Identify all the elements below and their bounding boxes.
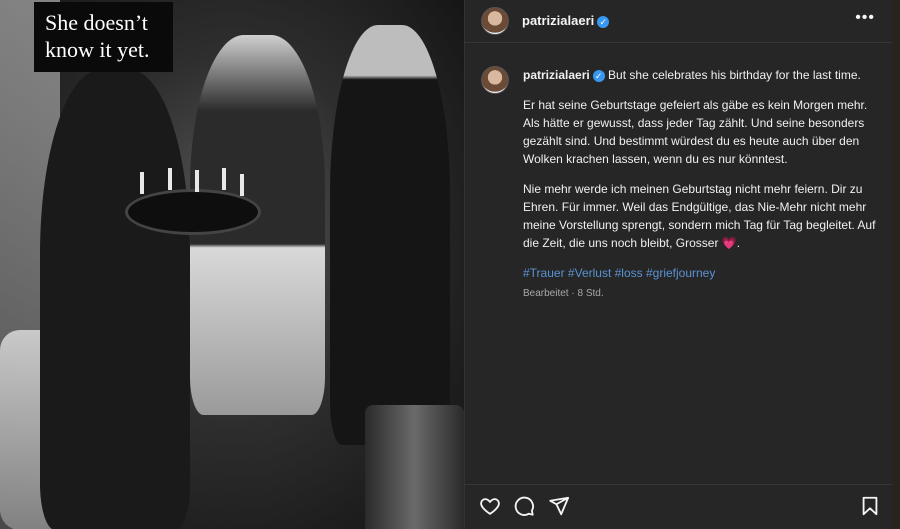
heart-icon[interactable] bbox=[479, 495, 501, 517]
heart-emoji: 💗 bbox=[721, 236, 737, 250]
more-options-icon[interactable]: ••• bbox=[855, 9, 875, 27]
hashtag-list: #Trauer #Verlust #loss #griefjourney bbox=[523, 264, 883, 282]
verified-badge-icon: ✓ bbox=[592, 69, 605, 82]
hashtag-link[interactable]: #griefjourney bbox=[646, 266, 715, 280]
candle bbox=[195, 170, 199, 192]
candle bbox=[240, 174, 244, 196]
post-side-panel: patrizialaeri ✓ ••• patrizialaeri ✓ But sh… bbox=[464, 0, 893, 529]
header-username[interactable]: patrizialaeri ✓ bbox=[522, 13, 610, 28]
candle bbox=[168, 168, 172, 190]
edited-label: Bearbeitet bbox=[523, 288, 569, 299]
caption-line-2: know it yet. bbox=[45, 37, 150, 62]
header-username-text[interactable]: patrizialaeri bbox=[522, 13, 594, 28]
caption-paragraph-2-text: Nie mehr werde ich meinen Geburtstag nic… bbox=[523, 182, 876, 250]
avatar[interactable] bbox=[481, 7, 509, 35]
caption-lead: But she celebrates his birthday for the … bbox=[608, 68, 861, 82]
comment-icon[interactable] bbox=[513, 495, 535, 517]
verified-badge-icon: ✓ bbox=[597, 15, 610, 28]
hashtag-link[interactable]: #loss bbox=[615, 266, 643, 280]
photo-caption: She doesn’t know it yet. bbox=[34, 2, 173, 72]
post-time[interactable]: 8 Std. bbox=[578, 288, 604, 299]
post-meta: Bearbeitet · 8 Std. bbox=[523, 285, 883, 303]
candle bbox=[140, 172, 144, 194]
candle bbox=[222, 168, 226, 190]
hashtag-link[interactable]: #Trauer bbox=[523, 266, 565, 280]
person-left bbox=[40, 70, 190, 529]
background-edge bbox=[892, 0, 900, 529]
caption-paragraph-2-end: . bbox=[736, 236, 741, 250]
caption-paragraph-2: Nie mehr werde ich meinen Geburtstag nic… bbox=[523, 180, 883, 252]
caption-paragraph-1: Er hat seine Geburtstage gefeiert als gä… bbox=[523, 98, 868, 166]
hashtag-link[interactable]: #Verlust bbox=[568, 266, 611, 280]
person-right bbox=[330, 25, 450, 445]
share-icon[interactable] bbox=[548, 495, 570, 517]
avatar[interactable] bbox=[481, 66, 509, 94]
barrel-shape bbox=[365, 405, 464, 529]
caption-text: patrizialaeri ✓ But she celebrates his bi… bbox=[523, 66, 883, 303]
post-photo[interactable]: She doesn’t know it yet. bbox=[0, 0, 464, 529]
caption-line-1: She doesn’t bbox=[45, 10, 148, 35]
meta-separator: · bbox=[571, 288, 575, 299]
post-header: patrizialaeri ✓ ••• bbox=[465, 0, 893, 43]
birthday-cake bbox=[128, 192, 258, 232]
caption-first-line: patrizialaeri ✓ But she celebrates his bi… bbox=[523, 66, 883, 84]
bookmark-icon[interactable] bbox=[859, 495, 881, 517]
action-bar bbox=[465, 484, 893, 529]
caption-username[interactable]: patrizialaeri bbox=[523, 68, 590, 82]
